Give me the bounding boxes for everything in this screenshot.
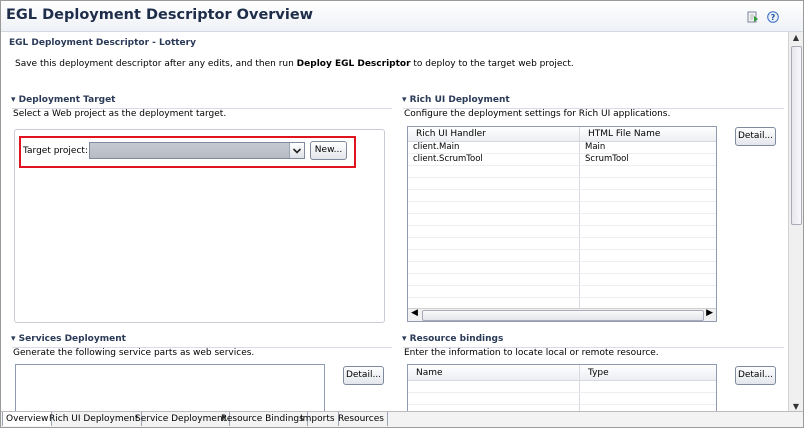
editor-header: EGL Deployment Descriptor Overview ? bbox=[1, 1, 803, 32]
html-file-cell: Main bbox=[585, 142, 606, 152]
services-description: Generate the following service parts as … bbox=[13, 348, 255, 358]
column-header-html-file[interactable]: HTML File Name bbox=[588, 129, 660, 139]
help-icon[interactable]: ? bbox=[767, 11, 779, 23]
handler-cell: client.ScrumTool bbox=[413, 154, 483, 164]
deployment-target-title: Deployment Target bbox=[18, 95, 116, 105]
column-header-type[interactable]: Type bbox=[588, 368, 609, 378]
table-row[interactable]: client.ScrumTool ScrumTool bbox=[408, 154, 716, 166]
table-row[interactable]: client.Main Main bbox=[408, 142, 716, 154]
table-header: Rich UI Handler HTML File Name bbox=[408, 127, 716, 142]
services-list[interactable] bbox=[15, 364, 325, 412]
scroll-left-icon[interactable]: ◀ bbox=[411, 308, 418, 318]
horizontal-scroll-thumb[interactable] bbox=[422, 310, 704, 321]
resources-title: Resource bindings bbox=[409, 334, 504, 344]
services-title: Services Deployment bbox=[18, 334, 126, 344]
deploy-descriptor-link: Deploy EGL Descriptor bbox=[296, 59, 411, 69]
rich-ui-section-header[interactable]: ▾ Rich UI Deployment bbox=[402, 95, 510, 105]
services-detail-button[interactable]: Detail... bbox=[343, 366, 384, 385]
tab-overview[interactable]: Overview bbox=[2, 412, 53, 426]
resources-section-header[interactable]: ▾ Resource bindings bbox=[402, 334, 503, 344]
column-header-name[interactable]: Name bbox=[416, 368, 443, 378]
target-project-combo[interactable] bbox=[89, 142, 305, 159]
scroll-up-icon[interactable]: ▲ bbox=[791, 33, 801, 43]
deployment-target-section-header[interactable]: ▾ Deployment Target bbox=[11, 95, 116, 105]
resources-description: Enter the information to locate local or… bbox=[404, 348, 659, 358]
table-row bbox=[408, 226, 716, 238]
tab-resource-bindings[interactable]: Resource Bindings bbox=[218, 412, 308, 426]
table-row bbox=[408, 393, 716, 405]
editor-frame: EGL Deployment Descriptor Overview ? EGL… bbox=[0, 0, 804, 428]
vertical-scroll-thumb[interactable] bbox=[791, 46, 802, 225]
table-row bbox=[408, 262, 716, 274]
collapse-triangle-icon[interactable]: ▾ bbox=[11, 334, 16, 344]
column-header-handler[interactable]: Rich UI Handler bbox=[416, 129, 486, 139]
editor-tabs: Overview Rich UI Deployment Service Depl… bbox=[1, 411, 803, 427]
scroll-right-icon[interactable]: ▶ bbox=[706, 308, 713, 318]
intro-text: Save this deployment descriptor after an… bbox=[15, 59, 574, 69]
tab-service-deployment[interactable]: Service Deployment bbox=[132, 412, 231, 426]
combo-dropdown-button[interactable] bbox=[289, 143, 304, 158]
table-row bbox=[408, 250, 716, 262]
target-project-label: Target project: bbox=[23, 146, 88, 156]
horizontal-scrollbar[interactable]: ◀ ▶ bbox=[408, 308, 716, 321]
services-section-header[interactable]: ▾ Services Deployment bbox=[11, 334, 126, 344]
collapse-triangle-icon[interactable]: ▾ bbox=[11, 95, 16, 105]
rich-ui-description: Configure the deployment settings for Ri… bbox=[404, 109, 671, 119]
resources-table[interactable]: Name Type bbox=[407, 364, 717, 412]
run-icon[interactable] bbox=[747, 11, 759, 23]
svg-text:?: ? bbox=[771, 13, 776, 22]
table-row bbox=[408, 166, 716, 178]
resources-detail-button[interactable]: Detail... bbox=[735, 366, 776, 385]
collapse-triangle-icon[interactable]: ▾ bbox=[402, 334, 407, 344]
tab-resources[interactable]: Resources bbox=[335, 412, 388, 426]
table-row bbox=[408, 190, 716, 202]
table-row bbox=[408, 381, 716, 393]
rich-ui-title: Rich UI Deployment bbox=[409, 95, 510, 105]
new-project-button[interactable]: New... bbox=[310, 141, 347, 160]
tab-rich-ui-deployment[interactable]: Rich UI Deployment bbox=[46, 412, 143, 426]
intro-text-start: Save this deployment descriptor after an… bbox=[15, 59, 297, 69]
descriptor-heading: EGL Deployment Descriptor - Lottery bbox=[9, 38, 196, 48]
overview-content: EGL Deployment Descriptor - Lottery Save… bbox=[2, 32, 788, 412]
table-row bbox=[408, 214, 716, 226]
collapse-triangle-icon[interactable]: ▾ bbox=[402, 95, 407, 105]
table-row bbox=[408, 178, 716, 190]
deployment-target-description: Select a Web project as the deployment t… bbox=[13, 109, 227, 119]
html-file-cell: ScrumTool bbox=[585, 154, 629, 164]
table-row bbox=[408, 238, 716, 250]
page-title: EGL Deployment Descriptor Overview bbox=[6, 7, 314, 23]
rich-ui-detail-button[interactable]: Detail... bbox=[735, 127, 776, 146]
table-row bbox=[408, 286, 716, 298]
table-row bbox=[408, 274, 716, 286]
vertical-scrollbar[interactable]: ▲ ▼ bbox=[788, 32, 803, 413]
chevron-down-icon bbox=[292, 148, 302, 154]
handler-cell: client.Main bbox=[413, 142, 460, 152]
deployment-target-panel: Target project: New... bbox=[14, 129, 385, 323]
table-row bbox=[408, 202, 716, 214]
tab-imports[interactable]: Imports bbox=[297, 412, 339, 426]
table-header: Name Type bbox=[408, 365, 716, 381]
rich-ui-table[interactable]: Rich UI Handler HTML File Name client.Ma… bbox=[407, 126, 717, 322]
intro-text-end: to deploy to the target web project. bbox=[410, 59, 574, 69]
